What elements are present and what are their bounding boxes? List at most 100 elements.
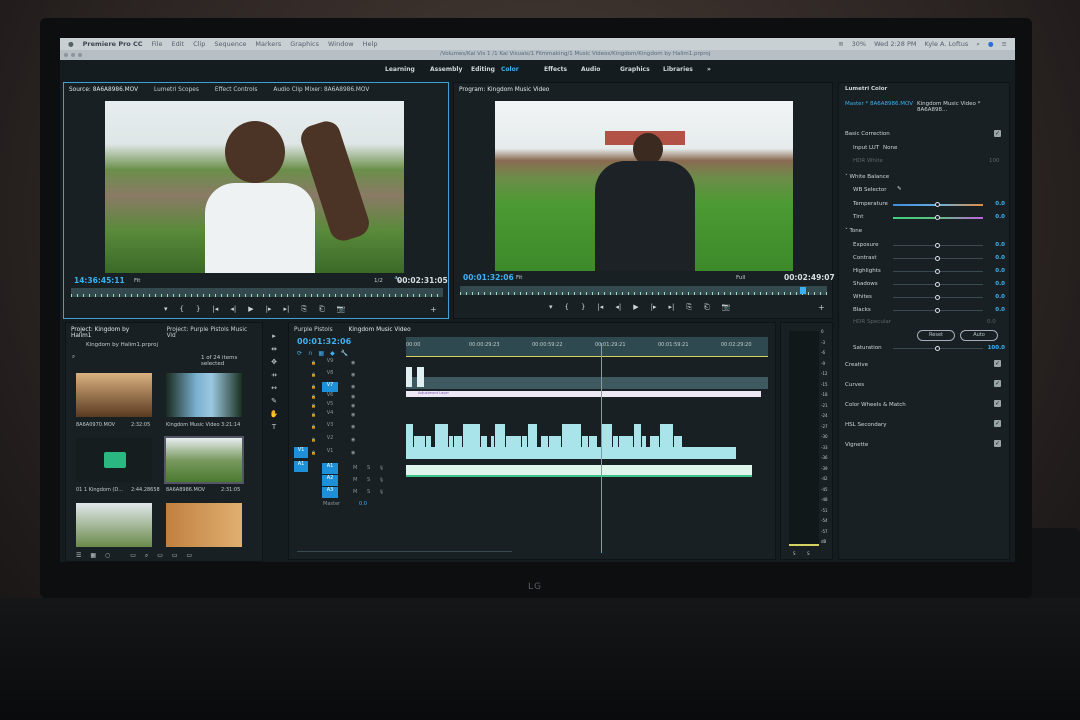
slider-value[interactable]: 0.0	[995, 294, 1005, 300]
section-checkbox[interactable]: ✓	[994, 420, 1001, 427]
slider-value[interactable]: 0.0	[995, 307, 1005, 313]
battery[interactable]: 30%	[852, 40, 866, 48]
section-checkbox[interactable]: ✓	[994, 360, 1001, 367]
apple-icon[interactable]: ●	[68, 40, 74, 48]
slider-knob[interactable]	[935, 215, 940, 220]
video-clip[interactable]	[406, 424, 413, 447]
video-clip[interactable]	[660, 424, 673, 447]
video-clip[interactable]	[426, 436, 431, 447]
slider-value[interactable]: 0.0	[995, 214, 1005, 220]
tone-header[interactable]: ˅ Tone	[845, 228, 862, 234]
project-item-thumbnail[interactable]	[76, 503, 152, 547]
workspace-tab[interactable]: Color	[501, 66, 519, 73]
add-button-icon[interactable]: +	[430, 305, 437, 314]
timeline-timecode[interactable]: 00:01:32:06	[297, 337, 351, 346]
section-hsl-secondary[interactable]: HSL Secondary	[845, 422, 887, 428]
track-label-v4[interactable]: V4	[322, 410, 338, 420]
source-panel-tab[interactable]: Source: 8A6A8986.MOV	[69, 87, 138, 93]
slider-shadows[interactable]: Shadows 0.0	[845, 280, 1005, 289]
video-clip[interactable]	[549, 436, 561, 447]
section-checkbox[interactable]: ✓	[994, 440, 1001, 447]
track-label-v9[interactable]: V9	[322, 358, 338, 368]
slider-knob[interactable]	[935, 282, 940, 287]
video-clip[interactable]	[634, 424, 641, 447]
project-item-thumbnail[interactable]	[166, 503, 242, 547]
lock-icon[interactable]: 🔒	[311, 450, 316, 455]
slider-knob[interactable]	[935, 202, 940, 207]
eye-icon[interactable]: ◉	[351, 394, 355, 400]
siri-icon[interactable]: ●	[988, 40, 994, 48]
meter-solo-button[interactable]: S	[807, 551, 810, 556]
transport-button[interactable]: }	[196, 305, 200, 314]
project-item-thumbnail[interactable]	[76, 438, 152, 482]
workspace-tab[interactable]: Learning	[385, 66, 415, 73]
window-controls[interactable]	[64, 53, 82, 57]
project-item-thumbnail[interactable]	[76, 373, 152, 417]
basic-correction-checkbox[interactable]: ✓	[994, 130, 1001, 137]
video-clip[interactable]	[463, 424, 480, 447]
workspace-tab[interactable]: Editing	[471, 66, 495, 73]
video-clip[interactable]	[601, 424, 612, 447]
source-fit-select[interactable]: Fit	[134, 278, 140, 284]
workspace-tab[interactable]: Graphics	[620, 66, 650, 73]
clock[interactable]: Wed 2:28 PM	[874, 40, 916, 48]
work-area-bar[interactable]	[406, 356, 768, 357]
section-vignette[interactable]: Vignette	[845, 442, 868, 448]
lock-icon[interactable]: 🔒	[311, 360, 316, 365]
track-label-v1[interactable]: V1	[322, 448, 338, 458]
eye-icon[interactable]: ◉	[351, 437, 355, 443]
user-name[interactable]: Kyle A. Loftus	[925, 40, 969, 48]
program-timecode[interactable]: 00:01:32:06	[463, 273, 514, 282]
slider-value[interactable]: 100.0	[988, 345, 1005, 351]
timeline-tab[interactable]: Kingdom Music Video	[349, 327, 411, 333]
transport-button[interactable]: ▶	[248, 305, 253, 314]
slider-knob[interactable]	[935, 308, 940, 313]
tab-program[interactable]: Program: Kingdom Music Video	[459, 87, 549, 93]
video-clip[interactable]	[650, 436, 659, 447]
solo-button[interactable]: S	[367, 477, 370, 483]
eye-icon[interactable]: ◉	[351, 372, 355, 378]
transport-button[interactable]: ⎗	[704, 303, 710, 312]
workspace-tab[interactable]: Audio	[581, 66, 600, 73]
slider-blacks[interactable]: Blacks 0.0	[845, 306, 1005, 315]
input-lut-select[interactable]: None	[883, 145, 897, 151]
source-patch-a1[interactable]: A1	[294, 461, 308, 472]
transport-button[interactable]: |▸	[651, 303, 657, 312]
lock-icon[interactable]: 🔒	[311, 437, 316, 442]
mic-icon[interactable]: 🎙	[379, 465, 384, 470]
video-clip[interactable]	[449, 436, 453, 447]
transport-button[interactable]: ⎘	[686, 303, 692, 312]
lock-icon[interactable]: 🔒	[311, 403, 316, 408]
timeline-tab[interactable]: Purple Pistols	[294, 327, 333, 333]
workspace-tab[interactable]: Effects	[544, 66, 567, 73]
video-clip[interactable]	[562, 424, 581, 447]
eye-icon[interactable]: ◉	[351, 403, 355, 409]
master-volume[interactable]: 0.0	[359, 501, 367, 507]
video-clip[interactable]	[582, 436, 588, 447]
search-icon[interactable]: ⌕	[976, 40, 980, 49]
slider-value[interactable]: 0.0	[995, 281, 1005, 287]
track-label-v2[interactable]: V2	[322, 435, 338, 445]
clip-v9[interactable]	[406, 367, 412, 387]
adjustment-layer-clip[interactable]: Adjustment Layer	[406, 391, 761, 397]
source-time-ruler[interactable]	[71, 288, 443, 297]
lock-icon[interactable]: 🔒	[311, 384, 316, 389]
audio-clip[interactable]	[406, 465, 752, 477]
lock-icon[interactable]: 🔒	[311, 394, 316, 399]
program-resolution-select[interactable]: Full	[736, 275, 745, 281]
auto-button[interactable]: Auto	[960, 330, 998, 341]
white-balance-header[interactable]: ˅ White Balance	[845, 174, 889, 180]
video-clip[interactable]	[491, 436, 494, 447]
workspace-tab[interactable]: Assembly	[430, 66, 462, 73]
master-clip-tab[interactable]: Master * 8A6A8986.MOV	[845, 101, 913, 107]
eyedropper-icon[interactable]: ✎	[897, 186, 902, 192]
timeline-ruler[interactable]	[406, 337, 768, 357]
transport-button[interactable]: ▸|	[668, 303, 674, 312]
transport-button[interactable]: }	[581, 303, 585, 312]
transport-button[interactable]: ▸|	[283, 305, 289, 314]
video-clip[interactable]	[522, 436, 527, 447]
slider-temperature[interactable]: Temperature 0.0	[845, 200, 1005, 209]
section-checkbox[interactable]: ✓	[994, 380, 1001, 387]
slider-value[interactable]: 0.0	[995, 201, 1005, 207]
menu-file[interactable]: File	[152, 40, 163, 48]
